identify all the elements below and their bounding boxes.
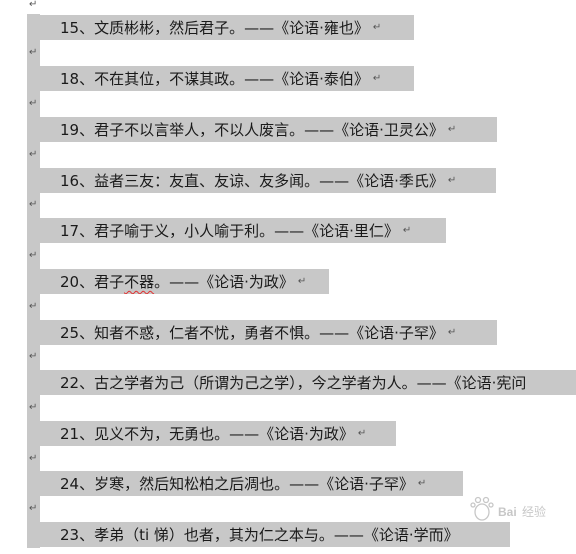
quote-line[interactable]: 15、文质彬彬，然后君子。——《论语·雍也》 ↵: [40, 15, 414, 40]
paragraph-mark: ↵: [447, 175, 457, 186]
empty-paragraph-mark: ↵: [29, 503, 38, 514]
quote-text: 21、见义不为，无勇也。——《论语·为政》: [60, 425, 354, 443]
quote-text: 19、君子不以言举人，不以人废言。——《论语·卫灵公》: [60, 121, 444, 139]
quote-text-end: 。——《论语·为政》: [154, 273, 294, 291]
quote-line[interactable]: 21、见义不为，无勇也。——《论语·为政》 ↵: [40, 421, 396, 446]
quote-line[interactable]: 19、君子不以言举人，不以人废言。——《论语·卫灵公》 ↵: [40, 117, 497, 142]
quote-text: 16、益者三友：友直、友谅、友多闻。——《论语·季氏》: [60, 172, 444, 190]
quote-line[interactable]: 25、知者不惑，仁者不忧，勇者不惧。——《论语·子罕》 ↵: [40, 320, 497, 345]
empty-paragraph-mark: ↵: [29, 199, 38, 210]
paragraph-mark: ↵: [372, 73, 382, 84]
paragraph-mark: ↵: [402, 225, 412, 236]
quote-line[interactable]: 23、孝弟（ti 悌）也者，其为仁之本与。——《论语·学而》: [40, 522, 510, 547]
quote-text: 24、岁寒，然后知松柏之后凋也。——《论语·子罕》: [60, 475, 414, 493]
quote-line[interactable]: 18、不在其位，不谋其政。——《论语·泰伯》 ↵: [40, 66, 414, 91]
paragraph-mark: ↵: [297, 276, 307, 287]
empty-paragraph-mark: ↵: [29, 351, 38, 362]
quote-line[interactable]: 20、君子 不器 。——《论语·为政》 ↵: [40, 269, 329, 294]
paragraph-mark: ↵: [447, 124, 457, 135]
quote-text: 22、古之学者为己（所谓为己之学），今之学者为人。——《论语·宪问: [60, 374, 527, 392]
empty-paragraph-mark: ↵: [29, 402, 38, 413]
quote-text: 23、孝弟（ti 悌）也者，其为仁之本与。——《论语·学而》: [60, 526, 459, 544]
paragraph-mark: ↵: [357, 428, 367, 439]
quote-line[interactable]: 22、古之学者为己（所谓为己之学），今之学者为人。——《论语·宪问: [40, 370, 576, 395]
paragraph-mark: ↵: [447, 327, 457, 338]
spellcheck-flagged-text[interactable]: 不器: [124, 271, 154, 292]
empty-paragraph-mark: ↵: [29, 0, 38, 10]
empty-paragraph-mark: ↵: [29, 149, 38, 160]
baidu-watermark-logo: Bai 经验: [470, 496, 546, 521]
selection-strip: [27, 14, 40, 548]
empty-paragraph-mark: ↵: [29, 47, 38, 58]
empty-paragraph-mark: ↵: [29, 98, 38, 109]
quote-text: 18、不在其位，不谋其政。——《论语·泰伯》: [60, 70, 369, 88]
quote-text: 17、君子喻于义，小人喻于利。——《论语·里仁》: [60, 222, 399, 240]
svg-text:Bai: Bai: [498, 505, 517, 519]
document-page: ↵ ↵ ↵ ↵ ↵ ↵ ↵ ↵ ↵ ↵ ↵ 15、文质彬彬，然后君子。——《论语…: [0, 0, 576, 554]
empty-paragraph-mark: ↵: [29, 453, 38, 464]
quote-line[interactable]: 24、岁寒，然后知松柏之后凋也。——《论语·子罕》 ↵: [40, 471, 463, 496]
empty-paragraph-mark: ↵: [29, 301, 38, 312]
quote-text: 25、知者不惑，仁者不忧，勇者不惧。——《论语·子罕》: [60, 324, 444, 342]
empty-paragraph-mark: ↵: [29, 250, 38, 261]
quote-text-start: 20、君子: [60, 273, 125, 291]
svg-text:经验: 经验: [522, 504, 546, 519]
quote-line[interactable]: 17、君子喻于义，小人喻于利。——《论语·里仁》 ↵: [40, 218, 446, 243]
quote-text: 15、文质彬彬，然后君子。——《论语·雍也》: [60, 19, 369, 37]
quote-line[interactable]: 16、益者三友：友直、友谅、友多闻。——《论语·季氏》 ↵: [40, 168, 496, 193]
paragraph-mark: ↵: [417, 478, 427, 489]
paragraph-mark: ↵: [372, 22, 382, 33]
